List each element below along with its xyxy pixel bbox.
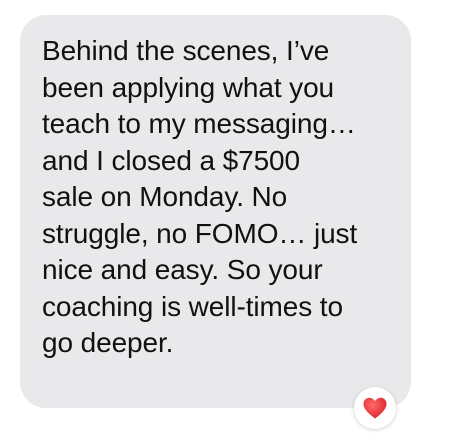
message-line: been applying what you: [42, 71, 335, 103]
message-line: sale on Monday. No: [42, 181, 288, 212]
heart-reaction[interactable]: [354, 387, 396, 429]
message-line: teach to my messaging…: [42, 108, 356, 139]
message-line: Behind the scenes, I’ve: [42, 35, 330, 66]
message-text: Behind the scenes, I’ve been applying wh…: [42, 33, 402, 362]
message-line: and I closed a $7500: [42, 144, 300, 176]
message-bubble[interactable]: Behind the scenes, I’ve been applying wh…: [20, 15, 411, 408]
message-line: coaching is well-times to: [42, 290, 343, 322]
heart-icon: [363, 397, 387, 419]
message-line: struggle, no FOMO… just: [42, 217, 358, 249]
message-line: nice and easy. So your: [42, 254, 323, 285]
message-line: go deeper.: [42, 327, 174, 358]
